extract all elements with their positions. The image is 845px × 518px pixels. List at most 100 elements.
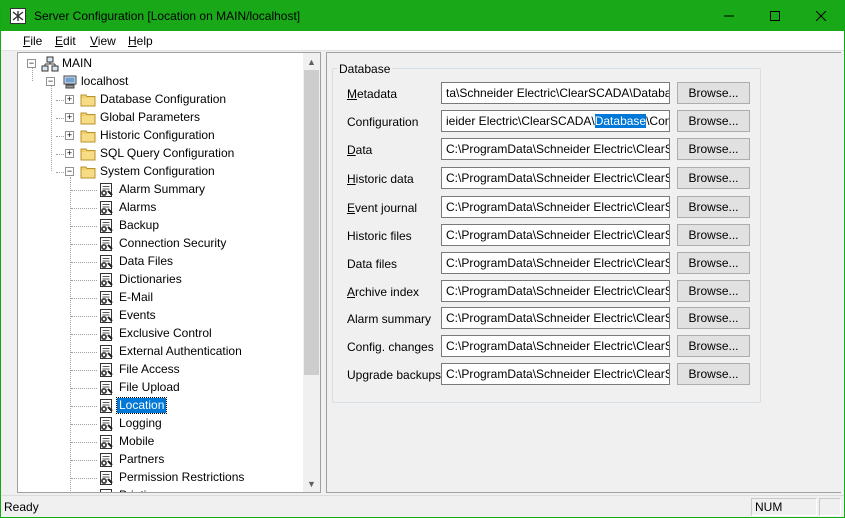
scroll-down-button[interactable]: ▼ [303,475,320,492]
event-journal-browse-button[interactable]: Browse... [677,196,750,218]
maximize-button[interactable] [752,1,798,31]
tree-node-exclusive-control[interactable]: Exclusive Control [18,325,303,343]
tree-node-e-mail[interactable]: E-Mail [18,289,303,307]
tree-line [71,316,97,317]
tree-label: localhost [81,74,129,88]
field-value: C:\ProgramData\Schneider Electric\ClearS… [446,367,670,381]
tree-node-partners[interactable]: Partners [18,451,303,469]
tree-node-sql-query-configuration[interactable]: + SQL Query Configuration [18,145,303,163]
tree-node-file-access[interactable]: File Access [18,361,303,379]
event-journal-path-input[interactable]: C:\ProgramData\Schneider Electric\ClearS… [441,196,670,218]
metadata-browse-button[interactable]: Browse... [677,82,750,104]
menu-help[interactable]: Help [126,34,155,48]
tree-label: External Authentication [119,344,242,358]
tree-label: Alarms [119,200,157,214]
tree-node-root[interactable]: − MAIN [18,55,303,73]
tree-node-alarms[interactable]: Alarms [18,199,303,217]
tree-scrollbar[interactable]: ▲ ▼ [303,53,320,492]
historic-files-path-input[interactable]: C:\ProgramData\Schneider Electric\ClearS… [441,224,670,246]
menu-view[interactable]: View [88,34,118,48]
upgrade-backups-path-input[interactable]: C:\ProgramData\Schneider Electric\ClearS… [441,363,670,385]
data-files-path-input[interactable]: C:\ProgramData\Schneider Electric\ClearS… [441,252,670,274]
tree-node-connection-security[interactable]: Connection Security [18,235,303,253]
tree-line [56,172,64,173]
tree-label: Dictionaries [119,272,182,286]
tree-line [71,208,97,209]
tree-node-permission-restrictions[interactable]: Permission Restrictions [18,469,303,487]
field-value-post: \Config\ [646,114,670,128]
collapse-icon[interactable]: − [46,77,55,86]
menu-file-rest: ile [30,34,43,48]
tree-node-database-configuration[interactable]: + Database Configuration [18,91,303,109]
close-button[interactable] [798,1,844,31]
scroll-thumb[interactable] [304,70,319,375]
configuration-browse-button[interactable]: Browse... [677,110,750,132]
minimize-button[interactable] [706,1,752,31]
tree-node-events[interactable]: Events [18,307,303,325]
tree-node-file-upload[interactable]: File Upload [18,379,303,397]
tree-node-data-files[interactable]: Data Files [18,253,303,271]
tree-line [56,118,64,119]
tree-node-location[interactable]: Location [18,397,303,415]
tree-node-mobile[interactable]: Mobile [18,433,303,451]
tree-node-host[interactable]: − localhost [18,73,303,91]
expand-icon[interactable]: + [65,113,74,122]
label-metadata: Metadata [347,87,397,101]
field-label-accel: M [347,87,357,101]
title-bar[interactable]: Server Configuration [Location on MAIN/l… [1,1,844,31]
historic-data-browse-button[interactable]: Browse... [677,167,750,189]
app-icon[interactable] [10,8,26,24]
menu-edit[interactable]: Edit [53,34,78,48]
expand-icon[interactable]: + [65,95,74,104]
collapse-icon[interactable]: − [27,59,36,68]
window-title: Server Configuration [Location on MAIN/l… [34,9,301,23]
config-changes-path-input[interactable]: C:\ProgramData\Schneider Electric\ClearS… [441,335,670,357]
upgrade-backups-browse-button[interactable]: Browse... [677,363,750,385]
field-label-accel: A [347,285,356,299]
metadata-path-input[interactable]: ta\Schneider Electric\ClearSCADA\Databas… [441,82,670,104]
tree-line [71,424,97,425]
tree-node-logging[interactable]: Logging [18,415,303,433]
configuration-tree[interactable]: − MAIN − localhost + Database Configurat… [17,52,321,493]
field-label-rest: rchive index [355,285,420,299]
tree-node-printing[interactable]: Printing [18,487,303,492]
tree-line [71,370,97,371]
location-settings-pane: Database Metadata ta\Schneider Electric\… [326,52,841,493]
label-upgrade-backups: Upgrade backups [347,368,441,382]
expand-icon[interactable]: + [65,149,74,158]
expand-icon[interactable]: + [65,131,74,140]
alarm-summary-browse-button[interactable]: Browse... [677,307,750,329]
tree-node-dictionaries[interactable]: Dictionaries [18,271,303,289]
num-lock-indicator: NUM [751,498,817,516]
field-value: C:\ProgramData\Schneider Electric\ClearS… [446,311,670,325]
field-value: ta\Schneider Electric\ClearSCADA\Databas… [446,86,670,100]
field-label-text: Data files [347,257,398,271]
chevron-down-icon: ▼ [307,478,316,489]
field-value: C:\ProgramData\Schneider Electric\ClearS… [446,228,670,242]
label-historic-data: Historic data [347,172,414,186]
tree-node-historic-configuration[interactable]: + Historic Configuration [18,127,303,145]
field-label-rest: istoric data [355,172,414,186]
data-files-browse-button[interactable]: Browse... [677,252,750,274]
data-browse-button[interactable]: Browse... [677,138,750,160]
historic-files-browse-button[interactable]: Browse... [677,224,750,246]
config-changes-browse-button[interactable]: Browse... [677,335,750,357]
tree-label: Data Files [119,254,174,268]
tree-node-global-parameters[interactable]: + Global Parameters [18,109,303,127]
archive-index-browse-button[interactable]: Browse... [677,280,750,302]
menu-file[interactable]: File [21,34,44,48]
configuration-path-input[interactable]: ieider Electric\ClearSCADA\Database\Conf… [441,110,670,132]
archive-index-path-input[interactable]: C:\ProgramData\Schneider Electric\ClearS… [441,280,670,302]
tree-node-alarm-summary[interactable]: Alarm Summary [18,181,303,199]
tree-node-external-authentication[interactable]: External Authentication [18,343,303,361]
collapse-icon[interactable]: − [65,167,74,176]
scroll-up-button[interactable]: ▲ [303,53,320,70]
tree-label: File Upload [119,380,180,394]
tree-line [71,190,97,191]
tree-node-system-configuration[interactable]: − System Configuration [18,163,303,181]
data-path-input[interactable]: C:\ProgramData\Schneider Electric\ClearS… [441,138,670,160]
historic-data-path-input[interactable]: C:\ProgramData\Schneider Electric\ClearS… [441,167,670,189]
alarm-summary-path-input[interactable]: C:\ProgramData\Schneider Electric\ClearS… [441,307,670,329]
field-label-text: Config. changes [347,340,434,354]
tree-node-backup[interactable]: Backup [18,217,303,235]
